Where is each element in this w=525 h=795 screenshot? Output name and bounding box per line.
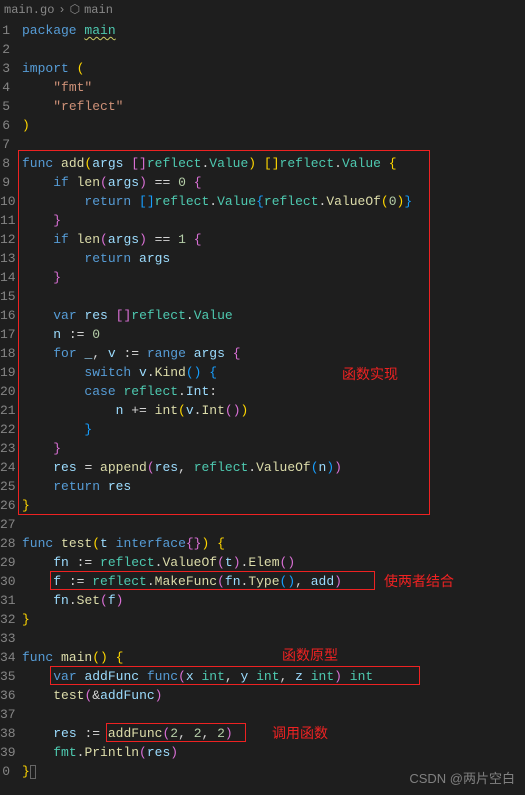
code-line[interactable]: for _, v := range args {	[22, 344, 525, 363]
code-line[interactable]	[22, 287, 525, 306]
code-line[interactable]: n := 0	[22, 325, 525, 344]
annotation-proto: 函数原型	[282, 646, 338, 665]
code-editor[interactable]: 1234567891011121314151617181920212223242…	[0, 21, 525, 781]
code-line[interactable]: "reflect"	[22, 97, 525, 116]
code-line[interactable]: return []reflect.Value{reflect.ValueOf(0…	[22, 192, 525, 211]
code-line[interactable]: n += int(v.Int())	[22, 401, 525, 420]
code-line[interactable]: package main	[22, 21, 525, 40]
code-line[interactable]: return res	[22, 477, 525, 496]
code-line[interactable]	[22, 515, 525, 534]
code-line[interactable]: switch v.Kind() {	[22, 363, 525, 382]
code-line[interactable]: )	[22, 116, 525, 135]
code-line[interactable]: var addFunc func(x int, y int, z int) in…	[22, 667, 525, 686]
watermark: CSDN @两片空白	[409, 768, 515, 787]
hex-icon: ⬡	[70, 2, 80, 17]
code-area[interactable]: package main import ( "fmt" "reflect") f…	[22, 21, 525, 781]
code-line[interactable]	[22, 135, 525, 154]
annotation-impl: 函数实现	[342, 365, 398, 384]
code-line[interactable]	[22, 629, 525, 648]
code-line[interactable]: func main() {	[22, 648, 525, 667]
breadcrumb-file[interactable]: main.go	[4, 3, 54, 17]
line-gutter: 1234567891011121314151617181920212223242…	[0, 21, 22, 781]
code-line[interactable]: }	[22, 496, 525, 515]
code-line[interactable]: "fmt"	[22, 78, 525, 97]
code-line[interactable]: }	[22, 439, 525, 458]
code-line[interactable]: test(&addFunc)	[22, 686, 525, 705]
code-line[interactable]	[22, 705, 525, 724]
code-line[interactable]: return args	[22, 249, 525, 268]
code-line[interactable]: fn.Set(f)	[22, 591, 525, 610]
annotation-call: 调用函数	[272, 724, 328, 743]
code-line[interactable]: func test(t interface{}) {	[22, 534, 525, 553]
code-line[interactable]: import (	[22, 59, 525, 78]
code-line[interactable]	[22, 40, 525, 59]
code-line[interactable]: if len(args) == 0 {	[22, 173, 525, 192]
code-line[interactable]: }	[22, 420, 525, 439]
cursor	[30, 765, 36, 779]
code-line[interactable]: func add(args []reflect.Value) []reflect…	[22, 154, 525, 173]
code-line[interactable]: var res []reflect.Value	[22, 306, 525, 325]
code-line[interactable]: fn := reflect.ValueOf(t).Elem()	[22, 553, 525, 572]
code-line[interactable]: case reflect.Int:	[22, 382, 525, 401]
code-line[interactable]: }	[22, 211, 525, 230]
breadcrumb-symbol[interactable]: main	[84, 3, 113, 17]
breadcrumb-separator: ›	[58, 3, 65, 17]
code-line[interactable]: res = append(res, reflect.ValueOf(n))	[22, 458, 525, 477]
code-line[interactable]: fmt.Println(res)	[22, 743, 525, 762]
code-line[interactable]: }	[22, 610, 525, 629]
annotation-combine: 使两者结合	[384, 572, 454, 591]
code-line[interactable]: }	[22, 268, 525, 287]
code-line[interactable]: if len(args) == 1 {	[22, 230, 525, 249]
breadcrumb: main.go › ⬡ main	[0, 0, 525, 21]
